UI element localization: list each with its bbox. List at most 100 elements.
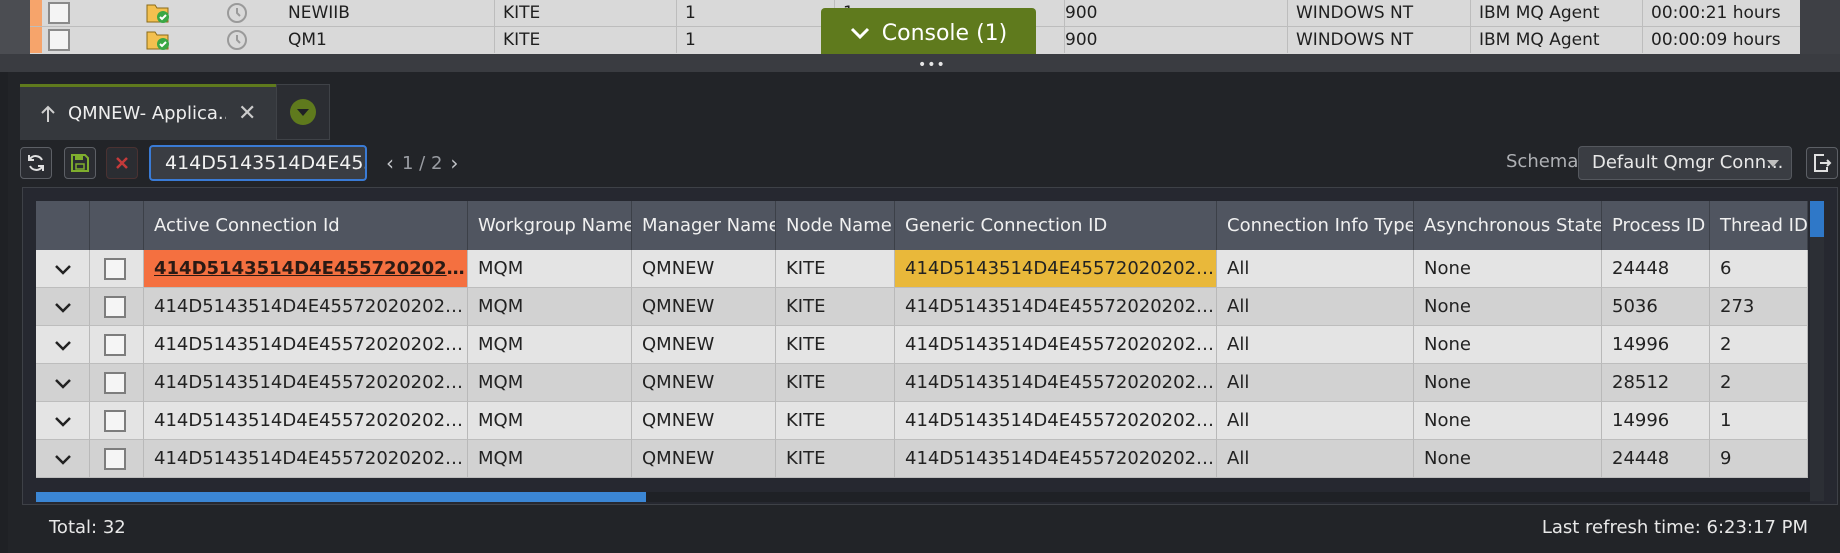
header-workgroup-name[interactable]: Workgroup Name bbox=[468, 201, 632, 250]
header-thread-id[interactable]: Thread ID bbox=[1710, 201, 1808, 250]
cell-uptime: 00:00:21 hours bbox=[1651, 3, 1781, 23]
cell-thread-id: 9 bbox=[1710, 440, 1808, 478]
header-connection-info-type[interactable]: Connection Info Type bbox=[1217, 201, 1414, 250]
cell-os: WINDOWS NT bbox=[1288, 27, 1471, 53]
cell-workgroup-name: MQM bbox=[468, 326, 632, 364]
cell-value: 1 bbox=[677, 0, 835, 26]
row-checkbox[interactable] bbox=[104, 334, 126, 356]
schema-select[interactable]: Default Qmgr Conn... bbox=[1578, 146, 1792, 180]
header-active-connection-id[interactable]: Active Connection Id bbox=[144, 201, 468, 250]
tab-qmnew-application[interactable]: QMNEW- Applica... ✕ bbox=[20, 84, 276, 140]
cell-uptime: 00:00:09 hours bbox=[1651, 30, 1781, 50]
row-checkbox[interactable] bbox=[104, 448, 126, 470]
cell-manager-name: QMNEW bbox=[632, 250, 776, 288]
cell-os: WINDOWS NT bbox=[1288, 0, 1471, 26]
row-status-marker bbox=[30, 0, 42, 26]
header-node-name[interactable]: Node Name bbox=[776, 201, 895, 250]
cell-generic-connection-id: 414D5143514D4E4557202020202020 bbox=[895, 402, 1217, 440]
folder-check-icon bbox=[146, 4, 169, 23]
cell-generic-connection-id: 414D5143514D4E4557202020202020 bbox=[895, 364, 1217, 402]
cell-port: 900 bbox=[1065, 27, 1288, 53]
cell-generic-connection-id: 414D5143514D4E4557202020202020 bbox=[895, 326, 1217, 364]
table-row[interactable]: 414D5143514D4E4557202020202020MQMQMNEWKI… bbox=[36, 288, 1808, 326]
cell-active-connection-id: 414D5143514D4E4557202020202020 bbox=[144, 440, 468, 478]
row-checkbox[interactable] bbox=[48, 29, 70, 51]
cell-node-name: KITE bbox=[776, 326, 895, 364]
table-row[interactable]: 414D5143514D4E4557202020202020MQMQMNEWKI… bbox=[36, 250, 1808, 288]
cell-process-id: 14996 bbox=[1602, 402, 1710, 440]
cell-agent: IBM MQ Agent bbox=[1471, 0, 1643, 26]
cell-thread-id: 273 bbox=[1710, 288, 1808, 326]
header-manager-name[interactable]: Manager Name bbox=[632, 201, 776, 250]
delete-button[interactable] bbox=[106, 147, 138, 179]
cell-node-name: KITE bbox=[776, 250, 895, 288]
cell-manager-name: QMNEW bbox=[632, 364, 776, 402]
header-generic-connection-id[interactable]: Generic Connection ID bbox=[895, 201, 1217, 250]
console-toggle-button[interactable]: Console (1) bbox=[821, 8, 1036, 58]
table-row[interactable]: 414D5143514D4E4557202020202020MQMQMNEWKI… bbox=[36, 402, 1808, 440]
cell-process-id: 24448 bbox=[1602, 250, 1710, 288]
console-label: Console (1) bbox=[881, 20, 1008, 46]
cell-expand bbox=[36, 250, 90, 288]
cell-thread-id: 2 bbox=[1710, 364, 1808, 402]
cell-expand bbox=[36, 288, 90, 326]
cell-workgroup-name: MQM bbox=[468, 402, 632, 440]
cell-process-id: 24448 bbox=[1602, 440, 1710, 478]
table-row[interactable]: 414D5143514D4E4557202020202020MQMQMNEWKI… bbox=[36, 440, 1808, 478]
row-checkbox[interactable] bbox=[104, 258, 126, 280]
close-icon bbox=[116, 157, 128, 169]
cell-node-name: KITE bbox=[776, 364, 895, 402]
table-row[interactable]: 414D5143514D4E4557202020202020MQMQMNEWKI… bbox=[36, 326, 1808, 364]
cell-workgroup-name: MQM bbox=[468, 440, 632, 478]
cell-asynchronous-state: None bbox=[1414, 326, 1602, 364]
cell-node: KITE bbox=[495, 0, 677, 26]
panel-splitter[interactable]: ••• bbox=[0, 54, 1840, 73]
row-checkbox[interactable] bbox=[104, 296, 126, 318]
grid-horizontal-scrollbar[interactable] bbox=[36, 492, 1810, 502]
row-checkbox[interactable] bbox=[104, 372, 126, 394]
cell-node: KITE bbox=[495, 27, 677, 53]
cell-active-connection-id[interactable]: 414D5143514D4E4557202020202020 bbox=[144, 250, 468, 288]
tab-close-icon[interactable]: ✕ bbox=[238, 101, 256, 126]
header-process-id[interactable]: Process ID bbox=[1602, 201, 1710, 250]
grid-header: Active Connection Id Workgroup Name Mana… bbox=[36, 201, 1808, 250]
cell-active-connection-id: 414D5143514D4E4557202020202020 bbox=[144, 326, 468, 364]
grid-vertical-scrollbar[interactable] bbox=[1810, 201, 1824, 501]
header-asynchronous-state[interactable]: Asynchronous State bbox=[1414, 201, 1602, 250]
cell-asynchronous-state: None bbox=[1414, 402, 1602, 440]
cell-thread-id: 1 bbox=[1710, 402, 1808, 440]
cell-connection-info-type: All bbox=[1217, 440, 1414, 478]
pager-next-button[interactable]: › bbox=[442, 151, 466, 175]
cell-process-id: 28512 bbox=[1602, 364, 1710, 402]
arrow-up-icon bbox=[41, 105, 55, 122]
row-status-marker bbox=[30, 27, 42, 53]
cell-node-name: KITE bbox=[776, 440, 895, 478]
refresh-button[interactable] bbox=[20, 147, 52, 179]
cell-generic-connection-id: 414D5143514D4E4557202020202020 bbox=[895, 440, 1217, 478]
cell-connection-info-type: All bbox=[1217, 250, 1414, 288]
cell-node-name: KITE bbox=[776, 402, 895, 440]
chevron-down-circle-icon bbox=[290, 99, 316, 125]
background-scrollbar[interactable] bbox=[1800, 0, 1840, 54]
cell-thread-id: 2 bbox=[1710, 326, 1808, 364]
save-button[interactable] bbox=[64, 147, 96, 179]
cell-expand bbox=[36, 364, 90, 402]
tab-menu-button[interactable] bbox=[276, 84, 330, 140]
cell-process-id: 5036 bbox=[1602, 288, 1710, 326]
cell-active-connection-id: 414D5143514D4E4557202020202020 bbox=[144, 402, 468, 440]
cell-generic-connection-id: 414D5143514D4E4557202020202020 bbox=[895, 250, 1217, 288]
cell-asynchronous-state: None bbox=[1414, 250, 1602, 288]
header-select[interactable] bbox=[90, 201, 144, 250]
row-checkbox[interactable] bbox=[104, 410, 126, 432]
export-button[interactable] bbox=[1806, 147, 1838, 179]
pager-prev-button[interactable]: ‹ bbox=[378, 151, 402, 175]
scrollbar-thumb[interactable] bbox=[36, 492, 646, 502]
table-row[interactable]: 414D5143514D4E4557202020202020MQMQMNEWKI… bbox=[36, 364, 1808, 402]
row-checkbox[interactable] bbox=[48, 2, 70, 24]
search-input[interactable] bbox=[149, 145, 367, 181]
last-refresh-time: Last refresh time: 6:23:17 PM bbox=[1541, 517, 1808, 538]
splitter-grip[interactable]: ••• bbox=[918, 57, 946, 73]
scrollbar-thumb[interactable] bbox=[1810, 201, 1824, 237]
refresh-icon bbox=[28, 155, 44, 171]
cell-generic-connection-id: 414D5143514D4E4557202020202020 bbox=[895, 288, 1217, 326]
